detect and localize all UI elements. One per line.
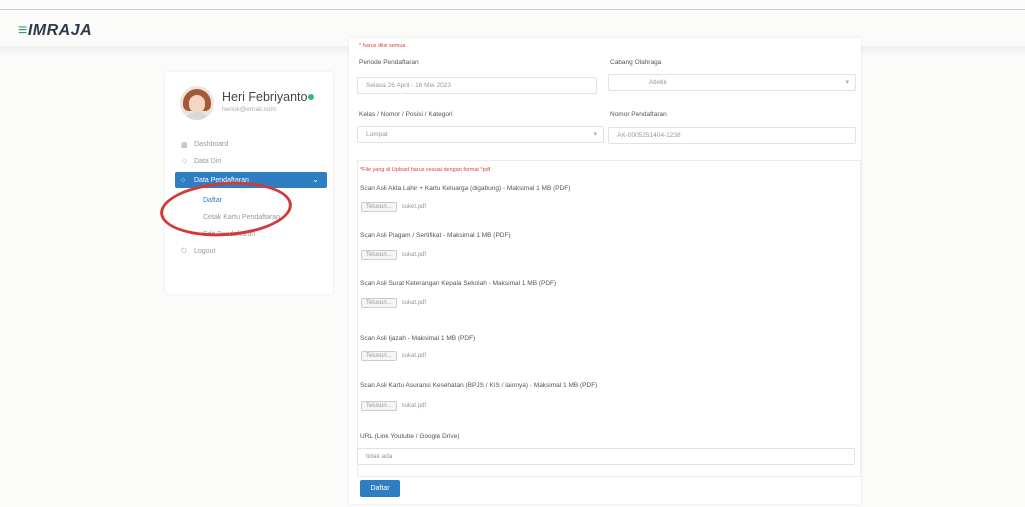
file-name: sukat.pdf [401, 299, 427, 306]
sidebar-item-label: Data Diri [194, 158, 222, 165]
sidebar-menu: ▦ Dashboard ☺ Data Diri ○ Data Pendaftar… [165, 136, 333, 260]
sidebar-subitem-edit-pendaftaran[interactable]: Edit Pendaftaran [165, 226, 333, 243]
brand-name: IMRAJA [27, 22, 93, 39]
daftar-submit-button[interactable]: Daftar [360, 480, 400, 497]
url-input[interactable]: tidak ada [357, 448, 855, 465]
nomor-value: AK-0005251404-1238 [617, 132, 681, 139]
file-format-note: *File yang di Upload harus sesuai dengan… [360, 167, 491, 173]
chevron-down-icon: ⌄ [312, 175, 319, 184]
browse-button[interactable]: Telusuri... [361, 249, 397, 260]
select-arrow-icon: ▾ [845, 79, 849, 86]
sidebar-item-logout[interactable]: ⏻ Logout [165, 243, 333, 260]
file-name: sukat.pdf [401, 402, 427, 409]
file-name: sukat.pdf [401, 352, 427, 359]
periode-value: Selasa 26 April - 16 Mei 2023 [366, 82, 451, 89]
sidebar-subitem-cetak-kartu[interactable]: Cetak Kartu Pendaftaran [165, 209, 333, 226]
power-icon: ⏻ [181, 247, 187, 255]
sidebar-item-dashboard[interactable]: ▦ Dashboard [165, 136, 333, 153]
upload-label-asuransi: Scan Asli Kartu Asuransi Kesehatan (BPJS… [360, 382, 598, 389]
user-icon: ☺ [181, 158, 189, 165]
circle-icon: ○ [181, 176, 186, 184]
kelas-value: Lompat [366, 131, 388, 138]
url-label: URL (Link Youtube / Google Drive) [360, 433, 460, 440]
sidebar-card: Heri Febriyanto heriok@email.com ▦ Dashb… [165, 72, 333, 294]
browse-button[interactable]: Telusuri... [361, 400, 397, 411]
top-border [0, 9, 1025, 10]
upload-input-piagam[interactable]: Telusuri... sukat.pdf [361, 248, 427, 261]
avatar [180, 86, 214, 120]
brand-logo[interactable]: ≡IMRAJA [18, 22, 92, 40]
dashboard-icon: ▦ [181, 141, 188, 149]
upload-input-ijazah[interactable]: Telusuri... sukat.pdf [361, 349, 427, 362]
browse-button[interactable]: Telusuri... [361, 350, 397, 361]
required-note: * harus diisi semua [359, 43, 406, 49]
online-status-icon [308, 94, 314, 100]
upload-label-ijazah: Scan Asli Ijazah - Maksimal 1 MB (PDF) [360, 335, 476, 342]
cabang-select[interactable]: Atletik ▾ [608, 74, 856, 91]
sidebar-item-label: Logout [194, 248, 216, 255]
user-email: heriok@email.com [222, 106, 276, 113]
url-value: tidak ada [366, 453, 393, 460]
cabang-value: Atletik [649, 79, 667, 86]
sidebar-item-label: Data Pendaftaran [194, 176, 249, 184]
user-name: Heri Febriyanto [222, 90, 308, 104]
upload-input-akta[interactable]: Telusuri... suket.pdf [361, 200, 427, 213]
file-name: suket.pdf [401, 203, 427, 210]
upload-section [357, 160, 861, 477]
kelas-label: Kelas / Nomor / Posisi / Kategori [359, 111, 453, 118]
upload-input-surat[interactable]: Telusuri... sukat.pdf [361, 296, 427, 309]
sidebar-item-label: Dashboard [194, 141, 229, 148]
nomor-label: Nomor Pendaftaran [610, 111, 667, 118]
browse-button[interactable]: Telusuri... [361, 201, 397, 212]
upload-label-akta: Scan Asli Akta Lahir + Kartu Keluarga (d… [360, 185, 571, 192]
periode-label: Periode Pendaftaran [359, 59, 419, 66]
upload-input-asuransi[interactable]: Telusuri... sukat.pdf [361, 399, 427, 412]
nomor-field: AK-0005251404-1238 [608, 127, 856, 144]
cabang-label: Cabang Olahraga [610, 59, 662, 66]
kelas-select[interactable]: Lompat ▾ [357, 126, 604, 143]
sidebar-subitem-daftar[interactable]: Daftar [165, 192, 333, 209]
sidebar-item-data-diri[interactable]: ☺ Data Diri [165, 153, 333, 170]
sidebar-item-data-pendaftaran[interactable]: ○ Data Pendaftaran ⌄ [175, 172, 327, 188]
brand-mark-icon: ≡ [18, 22, 28, 39]
select-arrow-icon: ▾ [593, 131, 597, 138]
file-name: sukat.pdf [401, 251, 427, 258]
browse-button[interactable]: Telusuri... [361, 297, 397, 308]
upload-label-surat: Scan Asli Surat Keterangan Kepala Sekola… [360, 280, 557, 287]
periode-field: Selasa 26 April - 16 Mei 2023 [357, 77, 597, 94]
upload-label-piagam: Scan Asli Piagam / Sertifikat - Maksimal… [360, 232, 511, 239]
